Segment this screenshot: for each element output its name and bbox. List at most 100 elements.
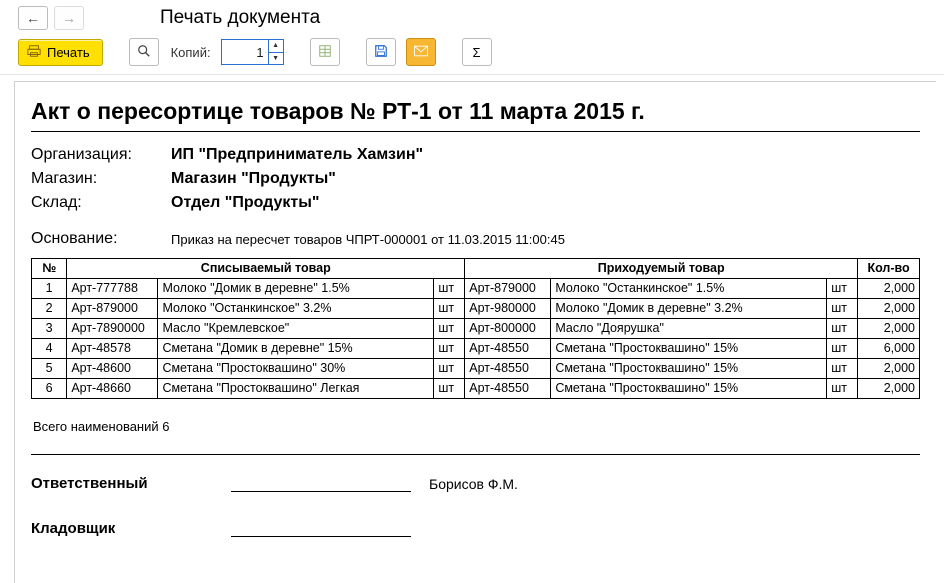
cell-out-name: Молоко "Останкинское" 3.2% <box>158 299 434 319</box>
print-label: Печать <box>47 45 90 60</box>
copies-input[interactable] <box>222 40 268 64</box>
summary: Всего наименований 6 <box>33 419 920 434</box>
cell-qty: 2,000 <box>858 359 920 379</box>
cell-in-unit: шт <box>827 359 858 379</box>
cell-out-name: Молоко "Домик в деревне" 1.5% <box>158 279 434 299</box>
th-out: Списываемый товар <box>67 259 465 279</box>
cell-qty: 6,000 <box>858 339 920 359</box>
th-in: Приходуемый товар <box>465 259 858 279</box>
cell-in-name: Молоко "Останкинское" 1.5% <box>551 279 827 299</box>
forward-button[interactable]: → <box>54 6 84 30</box>
back-button[interactable]: ← <box>18 6 48 30</box>
store-value: Магазин "Продукты" <box>171 170 920 188</box>
settings-button[interactable] <box>310 38 340 66</box>
store-label: Магазин: <box>31 170 171 188</box>
cell-qty: 2,000 <box>858 379 920 399</box>
sum-button[interactable]: Σ <box>462 38 492 66</box>
cell-out-unit: шт <box>434 339 465 359</box>
cell-in-art: Арт-48550 <box>465 359 551 379</box>
title-separator <box>31 131 920 132</box>
cell-out-unit: шт <box>434 279 465 299</box>
cell-num: 3 <box>32 319 67 339</box>
print-button[interactable]: Печать <box>18 39 103 66</box>
cell-num: 2 <box>32 299 67 319</box>
table-header-row: № Списываемый товар Приходуемый товар Ко… <box>32 259 920 279</box>
floppy-icon <box>374 44 388 61</box>
envelope-icon <box>414 45 428 60</box>
basis-value: Приказ на пересчет товаров ЧПРТ-000001 о… <box>171 230 920 248</box>
responsible-name: Борисов Ф.М. <box>429 476 518 492</box>
arrow-right-icon: → <box>62 11 76 25</box>
sigma-icon: Σ <box>473 45 481 60</box>
cell-in-art: Арт-980000 <box>465 299 551 319</box>
cell-out-name: Сметана "Простоквашино" 30% <box>158 359 434 379</box>
table-row: 3Арт-7890000Масло "Кремлевское"штАрт-800… <box>32 319 920 339</box>
table-row: 1Арт-777788Молоко "Домик в деревне" 1.5%… <box>32 279 920 299</box>
sign-storekeeper: Кладовщик <box>31 518 920 537</box>
cell-in-name: Сметана "Простоквашино" 15% <box>551 379 827 399</box>
org-value: ИП "Предприниматель Хамзин" <box>171 146 920 164</box>
cell-in-unit: шт <box>827 299 858 319</box>
cell-num: 6 <box>32 379 67 399</box>
cell-num: 5 <box>32 359 67 379</box>
warehouse-value: Отдел "Продукты" <box>171 194 920 212</box>
summary-separator <box>31 454 920 455</box>
table-icon <box>318 44 332 61</box>
cell-in-art: Арт-879000 <box>465 279 551 299</box>
spinner-up-icon[interactable]: ▲ <box>269 40 283 53</box>
cell-in-name: Молоко "Домик в деревне" 3.2% <box>551 299 827 319</box>
cell-num: 4 <box>32 339 67 359</box>
document-page: Акт о пересортице товаров № РТ-1 от 11 м… <box>14 81 936 583</box>
cell-in-name: Сметана "Простоквашино" 15% <box>551 339 827 359</box>
responsible-sign-line <box>231 473 411 492</box>
th-num: № <box>32 259 67 279</box>
cell-out-name: Сметана "Домик в деревне" 15% <box>158 339 434 359</box>
goods-table: № Списываемый товар Приходуемый товар Ко… <box>31 258 920 399</box>
preview-button[interactable] <box>129 38 159 66</box>
cell-qty: 2,000 <box>858 299 920 319</box>
cell-out-unit: шт <box>434 379 465 399</box>
warehouse-label: Склад: <box>31 194 171 212</box>
table-row: 5Арт-48600Сметана "Простоквашино" 30%штА… <box>32 359 920 379</box>
cell-out-name: Сметана "Простоквашино" Легкая <box>158 379 434 399</box>
save-button[interactable] <box>366 38 396 66</box>
cell-in-unit: шт <box>827 379 858 399</box>
cell-qty: 2,000 <box>858 279 920 299</box>
send-email-button[interactable] <box>406 38 436 66</box>
cell-out-unit: шт <box>434 319 465 339</box>
cell-in-art: Арт-800000 <box>465 319 551 339</box>
table-row: 6Арт-48660Сметана "Простоквашино" Легкая… <box>32 379 920 399</box>
arrow-left-icon: ← <box>26 11 40 25</box>
magnifier-icon <box>137 44 151 61</box>
copies-spinner[interactable]: ▲ ▼ <box>221 39 284 65</box>
cell-out-art: Арт-48578 <box>67 339 158 359</box>
cell-in-unit: шт <box>827 319 858 339</box>
cell-num: 1 <box>32 279 67 299</box>
cell-in-art: Арт-48550 <box>465 379 551 399</box>
org-label: Организация: <box>31 146 171 164</box>
cell-out-unit: шт <box>434 359 465 379</box>
spinner-down-icon[interactable]: ▼ <box>269 53 283 65</box>
th-qty: Кол-во <box>858 259 920 279</box>
cell-in-unit: шт <box>827 279 858 299</box>
cell-out-name: Масло "Кремлевское" <box>158 319 434 339</box>
cell-qty: 2,000 <box>858 319 920 339</box>
storekeeper-sign-line <box>231 518 411 537</box>
cell-out-art: Арт-879000 <box>67 299 158 319</box>
storekeeper-label: Кладовщик <box>31 520 231 537</box>
cell-out-art: Арт-48660 <box>67 379 158 399</box>
cell-in-name: Масло "Доярушка" <box>551 319 827 339</box>
table-row: 2Арт-879000Молоко "Останкинское" 3.2% шт А… <box>32 299 920 319</box>
cell-in-name: Сметана "Простоквашино" 15% <box>551 359 827 379</box>
basis-label: Основание: <box>31 230 171 248</box>
cell-in-art: Арт-48550 <box>465 339 551 359</box>
doc-info: Организация: ИП "Предприниматель Хамзин"… <box>31 146 920 212</box>
cell-out-art: Арт-48600 <box>67 359 158 379</box>
top-nav: ← → Печать документа <box>0 0 944 34</box>
copies-label: Копий: <box>171 45 211 60</box>
toolbar: Печать Копий: ▲ ▼ Σ <box>0 34 944 75</box>
cell-out-art: Арт-777788 <box>67 279 158 299</box>
cell-in-unit: шт <box>827 339 858 359</box>
window-title: Печать документа <box>160 7 320 29</box>
cell-out-art: Арт-7890000 <box>67 319 158 339</box>
